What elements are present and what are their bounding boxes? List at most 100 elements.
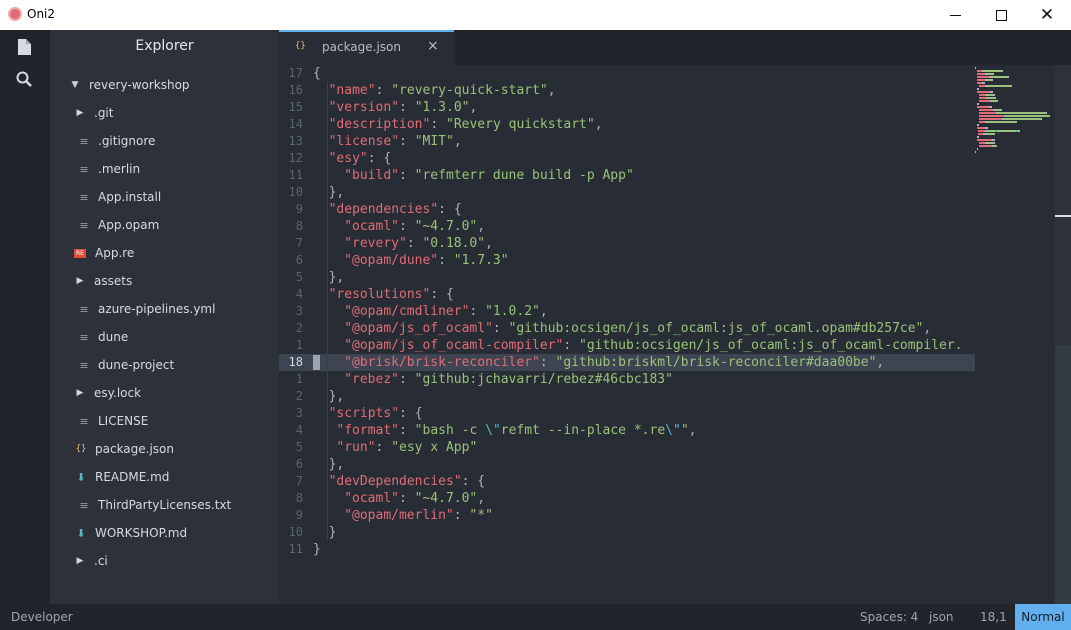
code-line[interactable]: 12 "esy": { — [279, 150, 975, 167]
code-line[interactable]: 3 "scripts": { — [279, 405, 975, 422]
code-line[interactable]: 13 "license": "MIT", — [279, 133, 975, 150]
close-window-button[interactable]: ✕ — [1024, 0, 1070, 30]
code-token: "github:jchavarri/rebez#46cbc183" — [414, 372, 673, 387]
code-text: "license": "MIT", — [329, 133, 462, 150]
code-line[interactable]: 8 "ocaml": "~4.7.0", — [279, 490, 975, 507]
minimap-token — [982, 82, 985, 84]
minimap-token — [984, 70, 1002, 72]
code-line[interactable]: 9 "dependencies": { — [279, 201, 975, 218]
code-line[interactable]: 10} — [279, 524, 975, 541]
minimap-token — [979, 112, 996, 114]
code-text: "ocaml": "~4.7.0", — [344, 218, 485, 235]
explorer-item-license[interactable]: ≡ LICENSE — [50, 407, 279, 435]
minimap-token — [985, 127, 988, 129]
code-line[interactable]: 11} — [279, 541, 975, 558]
minimize-button[interactable] — [932, 0, 978, 30]
line-number: 13 — [288, 134, 303, 148]
code-line[interactable]: 1 "rebez": "github:jchavarri/rebez#46cbc1… — [279, 371, 975, 388]
code-line[interactable]: 16 "name": "revery-quick-start", — [279, 82, 975, 99]
explorer-item-git[interactable]: ▶ .git — [50, 99, 279, 127]
explorer-item-app-opam[interactable]: ≡ App.opam — [50, 211, 279, 239]
code-line[interactable]: 10}, — [279, 184, 975, 201]
code-text: "description": "Revery quickstart", — [329, 116, 603, 133]
explorer-item-merlin[interactable]: ≡ .merlin — [50, 155, 279, 183]
code-line[interactable]: 14 "description": "Revery quickstart", — [279, 116, 975, 133]
code-token: "@opam/cmdliner" — [344, 304, 470, 319]
code-token: : — [398, 168, 415, 183]
code-line[interactable]: 7 "devDependencies": { — [279, 473, 975, 490]
explorer-item-workshop-md[interactable]: ⬇ WORKSHOP.md — [50, 519, 279, 547]
explorer-item-dune-project[interactable]: ≡ dune-project — [50, 351, 279, 379]
code-line[interactable]: 2}, — [279, 388, 975, 405]
code-line[interactable]: 1 "@opam/js_of_ocaml-compiler": "github:o… — [279, 337, 975, 354]
code-text: }, — [329, 456, 345, 473]
code-line[interactable]: 8 "ocaml": "~4.7.0", — [279, 218, 975, 235]
code-line[interactable]: 18 "@brisk/brisk-reconciler": "github:bri… — [279, 354, 975, 371]
explorer-item-thirdpartylicenses-txt[interactable]: ≡ ThirdPartyLicenses.txt — [50, 491, 279, 519]
tab-close-button[interactable]: × — [427, 38, 439, 54]
status-language[interactable]: json — [929, 610, 954, 624]
explorer-item-label: dune — [98, 330, 129, 344]
minimap-token — [995, 97, 996, 99]
minimap-token — [1019, 130, 1020, 132]
status-indentation[interactable]: Spaces: 4 — [860, 610, 918, 624]
explorer-item-gitignore[interactable]: ≡ .gitignore — [50, 127, 279, 155]
chevron-right-icon: ▶ — [76, 108, 84, 118]
line-number: 4 — [295, 423, 303, 437]
line-number: 8 — [295, 491, 303, 505]
search-icon[interactable] — [15, 70, 33, 88]
explorer-item-readme-md[interactable]: ⬇ README.md — [50, 463, 279, 491]
status-cursor-position[interactable]: 18,1 — [980, 610, 1007, 624]
minimap-token — [1008, 76, 1009, 78]
explorer-item-dune[interactable]: ≡ dune — [50, 323, 279, 351]
code-line[interactable]: 2 "@opam/js_of_ocaml": "github:ocsigen/js… — [279, 320, 975, 337]
tab-package-json[interactable]: {} package.json × — [279, 30, 454, 65]
line-number: 1 — [295, 338, 303, 352]
explorer-item-package-json[interactable]: {} package.json — [50, 435, 279, 463]
code-editor[interactable]: 17{16 "name": "revery-quick-start", 15 "ver… — [279, 65, 1071, 604]
code-line[interactable]: 15 "version": "1.3.0", — [279, 99, 975, 116]
code-line[interactable]: 17 { — [279, 65, 975, 82]
markdown-file-icon: ⬇ — [76, 526, 86, 540]
code-line[interactable]: 7 "revery": "0.18.0", — [279, 235, 975, 252]
line-number: 12 — [288, 151, 303, 165]
minimap-token — [978, 130, 985, 132]
minimap-token — [977, 106, 989, 108]
line-number: 6 — [295, 253, 303, 267]
minimap[interactable] — [973, 65, 1055, 155]
code-text: } — [329, 524, 337, 541]
code-token: \" — [485, 423, 501, 438]
scrollbar-thumb[interactable] — [1055, 345, 1071, 604]
explorer-item-esy-lock[interactable]: ▶ esy.lock — [50, 379, 279, 407]
explorer-item-ci[interactable]: ▶ .ci — [50, 547, 279, 575]
code-text: } — [313, 541, 321, 558]
text-file-icon: ≡ — [79, 498, 89, 512]
explorer-item-app-install[interactable]: ≡ App.install — [50, 183, 279, 211]
code-line[interactable]: 5}, — [279, 269, 975, 286]
code-line[interactable]: 5 "run": "esy x App" — [279, 439, 975, 456]
minimap-token — [997, 130, 1016, 132]
explorer-item-app-re[interactable]: RE App.re — [50, 239, 279, 267]
code-line[interactable]: 4 "resolutions": { — [279, 286, 975, 303]
explorer-item-assets[interactable]: ▶ assets — [50, 267, 279, 295]
json-file-icon: {} — [75, 444, 87, 454]
code-line[interactable]: 11 "build": "refmterr dune build -p App" — [279, 167, 975, 184]
minimap-token — [990, 91, 993, 93]
code-line[interactable]: 6 "@opam/dune": "1.7.3" — [279, 252, 975, 269]
file-icon[interactable] — [15, 38, 33, 56]
minimap-token — [987, 85, 1012, 87]
line-number: 9 — [295, 508, 303, 522]
maximize-button[interactable] — [978, 0, 1024, 30]
code-token: : { — [430, 287, 454, 302]
explorer-item-azure-pipelines-yml[interactable]: ≡ azure-pipelines.yml — [50, 295, 279, 323]
code-line[interactable]: 6}, — [279, 456, 975, 473]
code-line[interactable]: 4 "format": "bash -c \"refmt --in-place *… — [279, 422, 975, 439]
status-left[interactable]: Developer — [11, 610, 73, 624]
minimap-token — [977, 79, 985, 81]
code-line[interactable]: 9 "@opam/merlin": "*" — [279, 507, 975, 524]
explorer-item-revery-workshop[interactable]: ▼ revery-workshop — [50, 71, 279, 99]
explorer-panel: Explorer ▼ revery-workshop ▶ .git ≡ .gitignor… — [50, 30, 279, 604]
code-token: , — [688, 423, 697, 438]
vertical-scrollbar[interactable] — [1055, 65, 1071, 604]
code-line[interactable]: 3 "@opam/cmdliner": "1.0.2", — [279, 303, 975, 320]
